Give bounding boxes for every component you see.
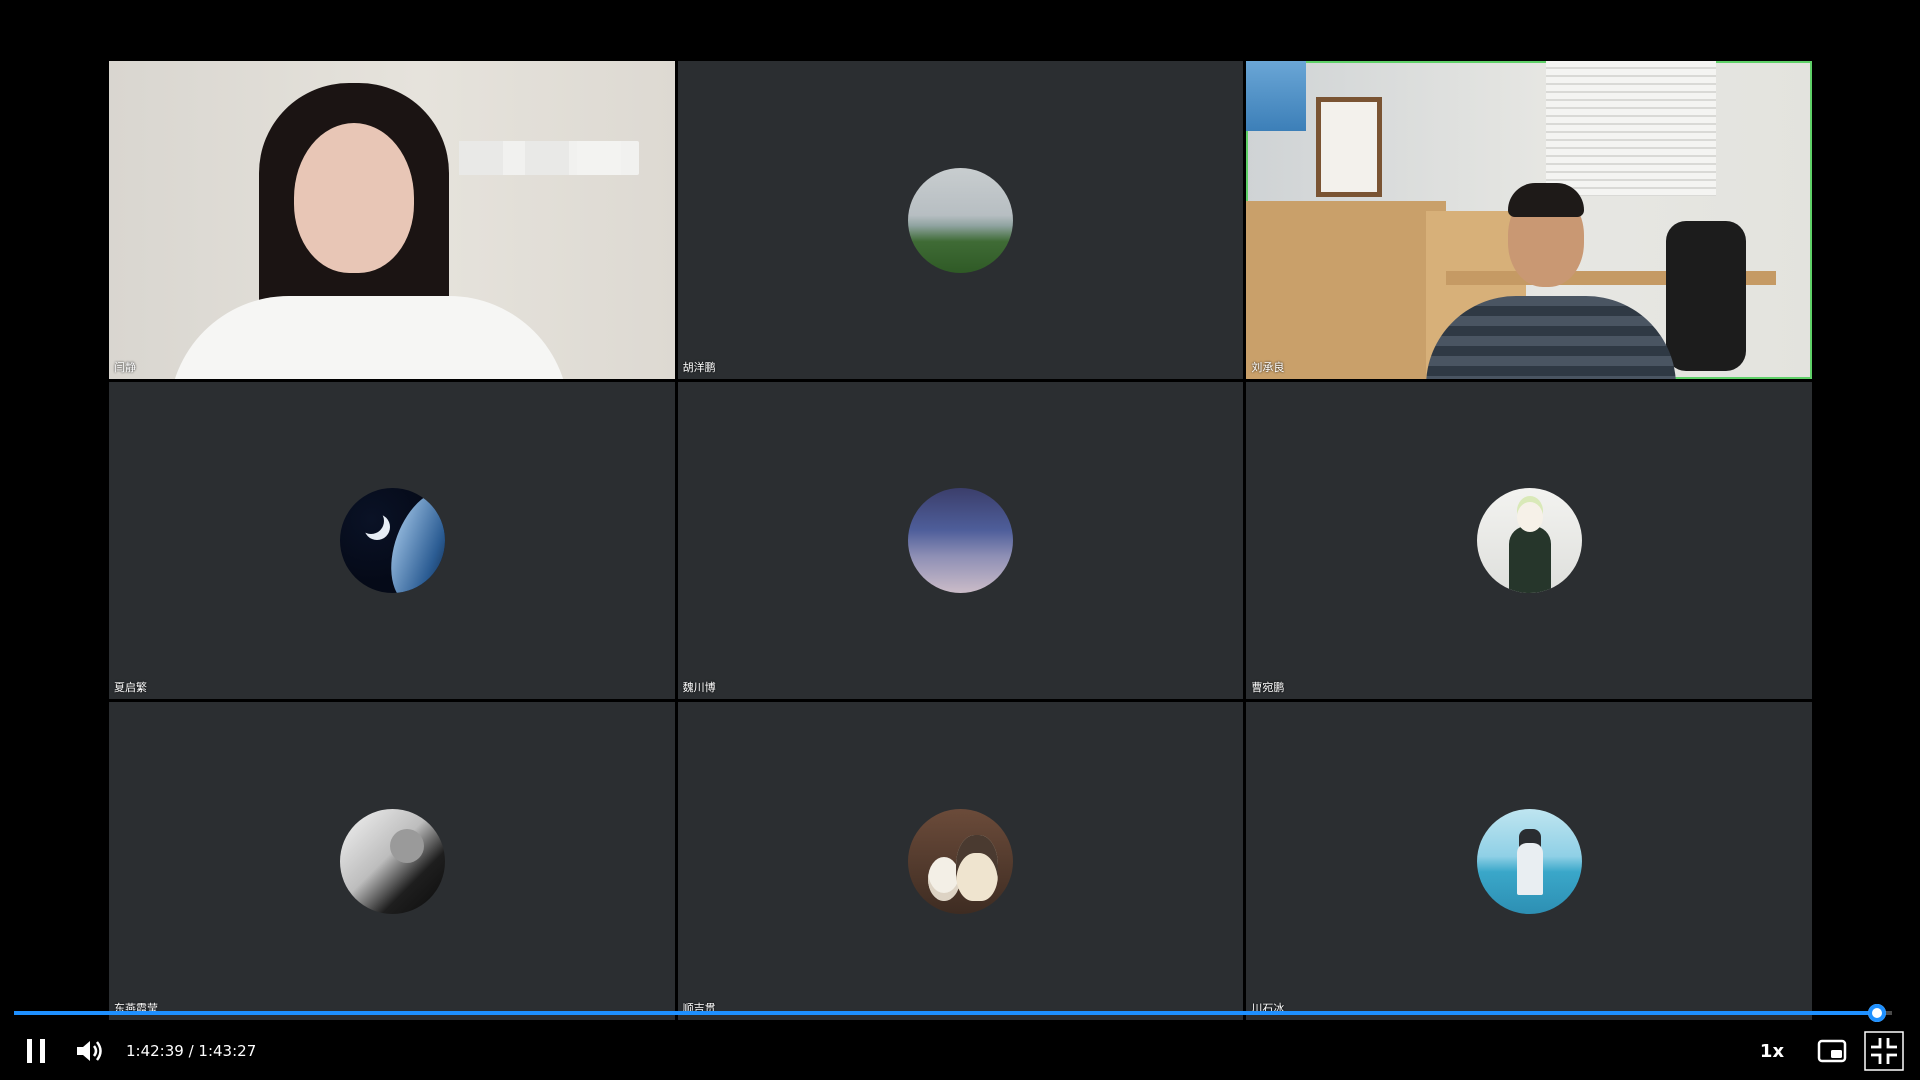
crowd-avatar-icon	[908, 488, 1014, 594]
background-chair	[1666, 221, 1747, 371]
participant-tile[interactable]: 川石冰	[1246, 702, 1812, 1020]
participant-tile[interactable]: 胡洋鹏	[677, 61, 1244, 379]
exit-fullscreen-icon	[1864, 1031, 1904, 1071]
background-switches	[459, 141, 503, 175]
volume-button[interactable]	[70, 1022, 110, 1080]
bw-anime-avatar-icon	[339, 809, 445, 915]
participant-name: 闫静	[114, 360, 136, 374]
player-controls: 1:42:39 / 1:43:27 1x	[0, 1022, 1920, 1080]
seek-bar-handle[interactable]	[1867, 1004, 1886, 1022]
participant-grid: 闫静 胡洋鹏 刘承良 夏启繁 魏川博 曹宛鹏 东燕霞莹 顺吉贯 川石冰	[109, 61, 1812, 1020]
plush-toys-avatar-icon	[908, 809, 1014, 915]
seek-bar-played	[14, 1011, 1877, 1015]
pause-button[interactable]	[18, 1022, 54, 1080]
participant-video-shirt	[169, 296, 569, 379]
participant-name: 胡洋鹏	[682, 360, 716, 374]
earth-space-avatar-icon	[339, 488, 445, 594]
background-picture-frame	[1316, 97, 1383, 197]
participant-tile[interactable]: 东燕霞莹	[109, 702, 675, 1020]
participant-tile[interactable]: 闫静	[109, 61, 675, 379]
playback-speed-button[interactable]: 1x	[1752, 1022, 1792, 1080]
picture-in-picture-button[interactable]	[1812, 1022, 1852, 1080]
background-map	[1246, 61, 1307, 131]
sea-person-avatar-icon	[1477, 809, 1583, 915]
participant-video-hair	[1508, 183, 1585, 217]
participant-name: 魏川博	[682, 681, 716, 695]
participant-tile-active-speaker[interactable]: 刘承良	[1246, 61, 1812, 379]
participant-name: 夏启繁	[114, 681, 147, 695]
participant-name: 曹宛鹏	[1251, 681, 1285, 695]
participant-video-face	[294, 123, 414, 273]
time-display: 1:42:39 / 1:43:27	[126, 1042, 257, 1060]
participant-tile[interactable]: 魏川博	[677, 381, 1244, 700]
exit-fullscreen-button[interactable]	[1864, 1022, 1904, 1080]
lake-landscape-avatar-icon	[908, 167, 1014, 273]
background-window-blind	[1546, 61, 1717, 196]
volume-icon	[77, 1041, 102, 1061]
participant-tile[interactable]: 夏启繁	[109, 381, 675, 700]
participant-name: 刘承良	[1251, 360, 1285, 374]
background-bookshelf	[1246, 201, 1447, 379]
pause-icon	[27, 1039, 45, 1063]
seek-bar[interactable]	[14, 1004, 1892, 1022]
anime-character-avatar-icon	[1477, 488, 1583, 594]
participant-tile[interactable]: 顺吉贯	[677, 702, 1244, 1020]
picture-in-picture-icon	[1817, 1039, 1847, 1063]
participant-tile[interactable]: 曹宛鹏	[1246, 381, 1812, 700]
